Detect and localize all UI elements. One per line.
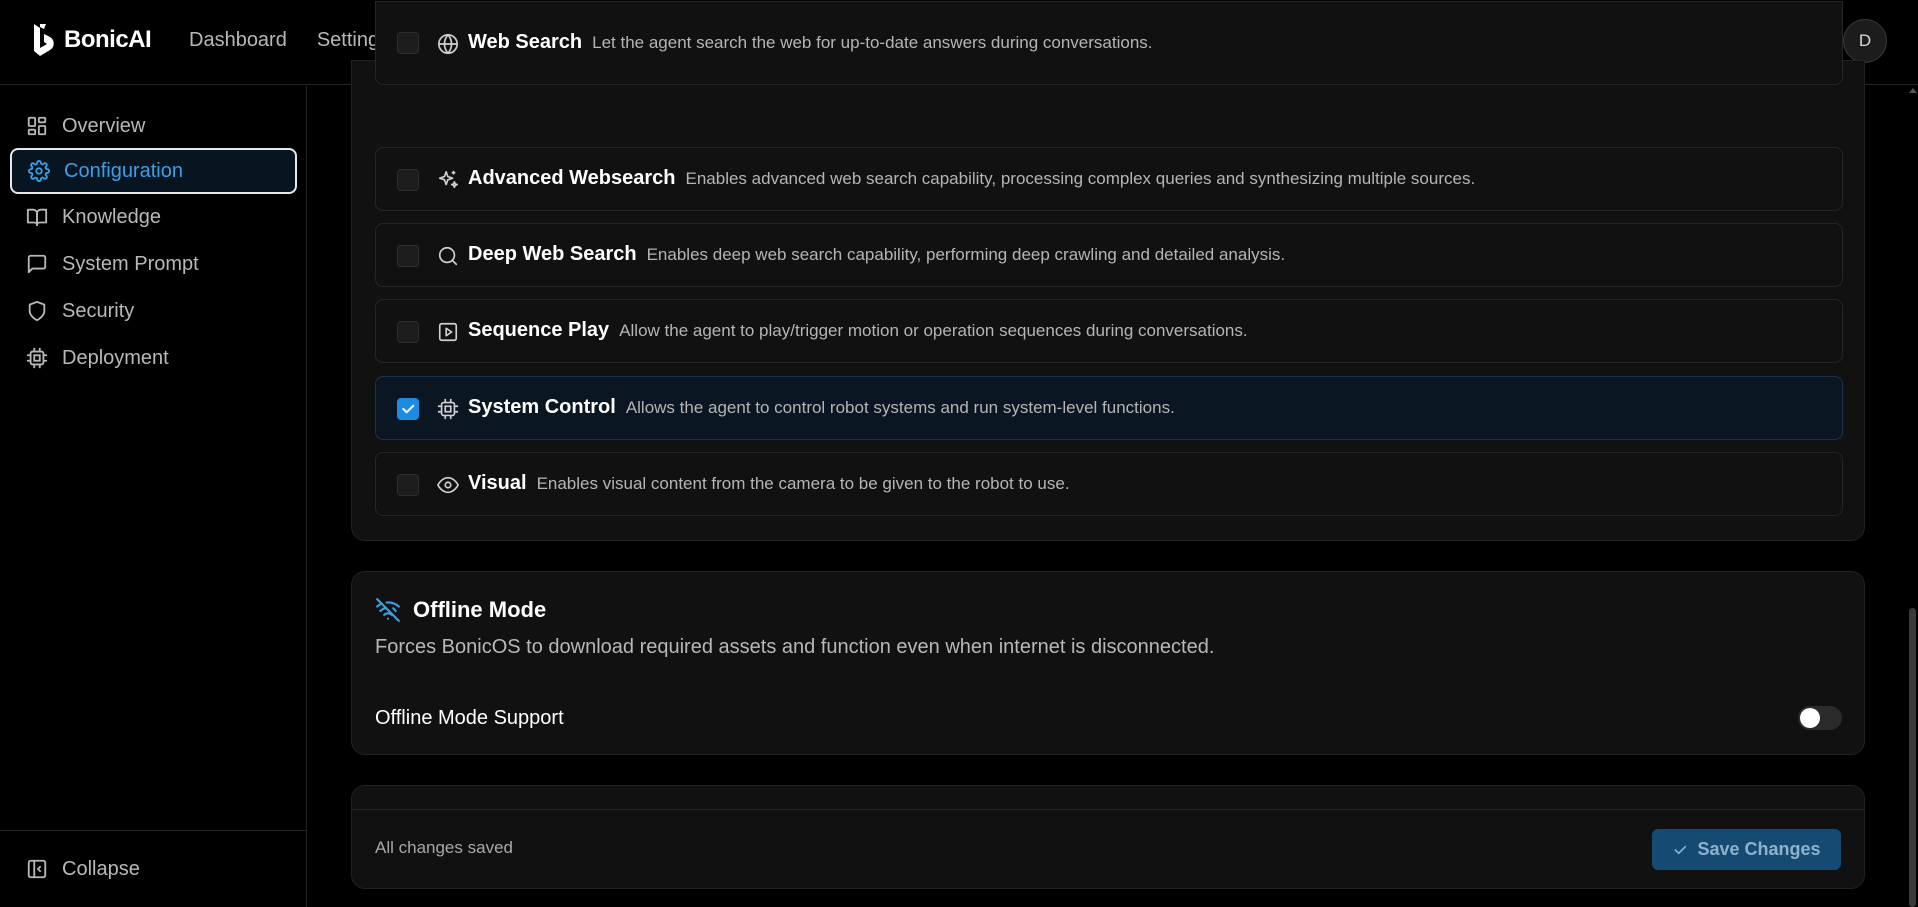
sidebar-item-overview[interactable]: Overview bbox=[10, 103, 297, 149]
avatar-initial: D bbox=[1858, 31, 1872, 50]
system-control-checkbox[interactable] bbox=[397, 398, 419, 420]
avatar[interactable]: D bbox=[1843, 19, 1887, 63]
grid-icon bbox=[27, 116, 47, 136]
offline-mode-title: Offline Mode bbox=[413, 597, 547, 622]
scrollbar-thumb[interactable] bbox=[1909, 608, 1916, 907]
tool-description: Enables advanced web search capability, … bbox=[685, 169, 1476, 188]
tool-row-system-control[interactable]: System Control Allows the agent to contr… bbox=[375, 376, 1843, 440]
tool-text: Web Search Let the agent search the web … bbox=[468, 31, 1153, 54]
sidebar-item-deployment[interactable]: Deployment bbox=[10, 335, 297, 381]
tool-description: Enables visual content from the camera t… bbox=[536, 474, 1070, 493]
play-square-icon bbox=[438, 322, 458, 342]
sidebar-item-system-prompt[interactable]: System Prompt bbox=[10, 241, 297, 287]
tool-name: Visual bbox=[468, 472, 527, 494]
collapse-button[interactable]: Collapse bbox=[10, 846, 297, 892]
app-name: BonicAI bbox=[64, 26, 152, 53]
tool-description: Allows the agent to control robot system… bbox=[625, 398, 1175, 417]
globe-icon bbox=[438, 33, 458, 55]
logo[interactable]: BonicAI bbox=[30, 22, 152, 58]
toggle-knob bbox=[1800, 708, 1820, 728]
search-icon bbox=[438, 246, 458, 266]
tool-row-deep-web-search[interactable]: Deep Web Search Enables deep web search … bbox=[375, 223, 1843, 287]
sidebar-item-knowledge[interactable]: Knowledge bbox=[10, 194, 297, 240]
tool-text: Sequence Play Allow the agent to play/tr… bbox=[468, 319, 1248, 342]
sidebar-item-label: Knowledge bbox=[62, 205, 161, 228]
sidebar-item-label: Configuration bbox=[64, 159, 183, 182]
cpu-icon bbox=[437, 398, 459, 420]
tool-row-sequence-play[interactable]: Sequence Play Allow the agent to play/tr… bbox=[375, 299, 1843, 363]
offline-mode-header: Offline Mode bbox=[375, 597, 546, 623]
tool-description: Let the agent search the web for up-to-d… bbox=[592, 33, 1153, 52]
tool-row-visual[interactable]: Visual Enables visual content from the c… bbox=[375, 452, 1843, 516]
top-nav: Dashboard Settings bbox=[189, 28, 389, 52]
save-footer-card: All changes saved Save Changes bbox=[351, 785, 1865, 889]
nav-dashboard[interactable]: Dashboard bbox=[189, 28, 287, 52]
tool-name: System Control bbox=[468, 396, 616, 418]
tool-name: Advanced Websearch bbox=[468, 167, 676, 189]
panel-collapse-icon bbox=[27, 859, 47, 879]
scroll-up-arrow-icon[interactable] bbox=[1909, 88, 1917, 93]
tool-name: Sequence Play bbox=[468, 319, 610, 341]
tool-text: Visual Enables visual content from the c… bbox=[468, 472, 1070, 495]
cpu-icon bbox=[26, 347, 48, 369]
save-changes-button[interactable]: Save Changes bbox=[1652, 829, 1841, 870]
check-icon bbox=[402, 404, 415, 414]
tools-card: Web Search Let the agent search the web … bbox=[351, 1, 1865, 541]
sparkles-icon bbox=[438, 170, 458, 189]
offline-mode-card: Offline Mode Forces BonicOS to download … bbox=[351, 571, 1865, 755]
web-search-checkbox[interactable] bbox=[397, 32, 419, 54]
deep-web-search-checkbox[interactable] bbox=[397, 245, 419, 267]
check-icon bbox=[1674, 845, 1687, 854]
advanced-websearch-checkbox[interactable] bbox=[397, 169, 419, 191]
save-changes-label: Save Changes bbox=[1697, 839, 1821, 859]
tool-description: Allow the agent to play/trigger motion o… bbox=[619, 321, 1248, 340]
collapse-label: Collapse bbox=[62, 857, 140, 880]
sidebar-item-security[interactable]: Security bbox=[10, 288, 297, 334]
save-status: All changes saved bbox=[375, 838, 513, 857]
sidebar-divider bbox=[0, 830, 307, 831]
sidebar-item-label: Security bbox=[62, 299, 135, 322]
offline-mode-toggle[interactable] bbox=[1798, 706, 1842, 730]
tool-text: Deep Web Search Enables deep web search … bbox=[468, 243, 1285, 266]
tool-row-advanced-websearch[interactable]: Advanced Websearch Enables advanced web … bbox=[375, 147, 1843, 211]
bonicai-logo-icon bbox=[34, 24, 54, 56]
tool-text: Advanced Websearch Enables advanced web … bbox=[468, 167, 1475, 190]
tool-name: Web Search bbox=[468, 31, 583, 53]
sidebar-item-label: Deployment bbox=[62, 346, 169, 369]
sidebar-item-label: Overview bbox=[62, 114, 146, 137]
eye-icon bbox=[437, 476, 459, 494]
tool-description: Enables deep web search capability, perf… bbox=[646, 245, 1286, 264]
shield-icon bbox=[28, 300, 46, 322]
tool-text: System Control Allows the agent to contr… bbox=[468, 396, 1175, 419]
tool-name: Deep Web Search bbox=[468, 243, 637, 265]
message-square-icon bbox=[27, 254, 47, 274]
sidebar: Overview Configuration Knowledge System … bbox=[0, 86, 307, 907]
wifi-off-icon bbox=[376, 598, 400, 622]
gear-icon bbox=[28, 160, 50, 182]
tool-row-web-search[interactable]: Web Search Let the agent search the web … bbox=[375, 1, 1843, 85]
offline-mode-support-label: Offline Mode Support bbox=[375, 707, 564, 729]
sidebar-item-label: System Prompt bbox=[62, 252, 199, 275]
sequence-play-checkbox[interactable] bbox=[397, 321, 419, 343]
offline-mode-description: Forces BonicOS to download required asse… bbox=[375, 636, 1215, 658]
visual-checkbox[interactable] bbox=[397, 474, 419, 496]
footer-divider bbox=[352, 809, 1864, 810]
book-icon bbox=[26, 208, 48, 227]
sidebar-item-configuration[interactable]: Configuration bbox=[10, 148, 297, 194]
